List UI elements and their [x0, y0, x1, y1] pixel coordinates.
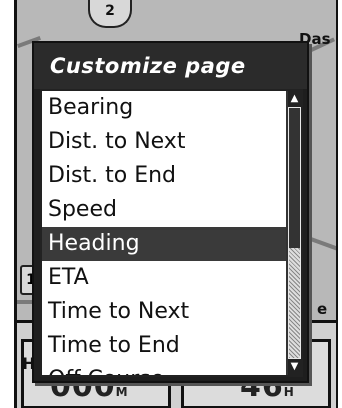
menu-item[interactable]: Dist. to End — [42, 159, 288, 193]
menu-title: Customize page — [34, 43, 307, 89]
route-shield-top: 2 — [88, 0, 132, 28]
menu-item[interactable]: Bearing — [42, 91, 288, 125]
data-field-right-unit: H — [283, 385, 295, 399]
menu-item[interactable]: Dist. to Next — [42, 125, 288, 159]
data-field-left-unit: M — [115, 385, 129, 399]
scroll-down-icon[interactable]: ▼ — [288, 359, 301, 375]
menu-item[interactable]: ETA — [42, 261, 288, 295]
menu-scrollbar[interactable]: ▲ ▼ — [286, 91, 301, 375]
menu-item[interactable]: Speed — [42, 193, 288, 227]
menu-item[interactable]: Time to End — [42, 329, 288, 363]
menu-list: Bearing Dist. to Next Dist. to End Speed Hea… — [42, 91, 288, 375]
scroll-up-icon[interactable]: ▲ — [288, 91, 301, 107]
map-label-partial: e — [317, 300, 328, 318]
customize-page-menu[interactable]: Customize page Bearing Dist. to Next Dist.… — [32, 41, 309, 383]
menu-list-container[interactable]: Bearing Dist. to Next Dist. to End Speed Hea… — [40, 89, 303, 377]
menu-item[interactable]: Time to Next — [42, 295, 288, 329]
scrollbar-thumb[interactable] — [289, 108, 300, 248]
menu-item[interactable]: Off Course — [42, 363, 288, 375]
menu-item[interactable]: Heading — [42, 227, 288, 261]
